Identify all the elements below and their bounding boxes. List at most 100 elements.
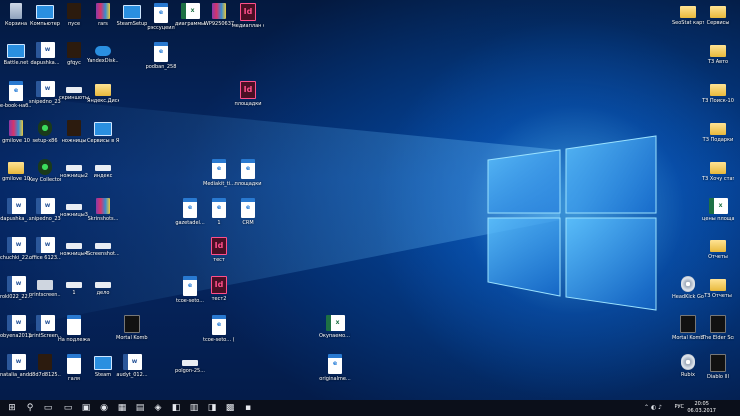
desktop-icon[interactable]: Steam <box>87 354 119 384</box>
desktop-icon[interactable]: x цены площадок <box>702 198 734 228</box>
desktop-icon[interactable]: YandexDisk... <box>87 42 119 72</box>
desktop-icon[interactable]: e originalme... <box>319 354 351 384</box>
tray-icons[interactable]: ⌃ ◐ ♪ <box>640 402 666 414</box>
desktop-icon[interactable]: The Elder Scrolls... <box>702 315 734 345</box>
desktop-icon[interactable]: Отчеты <box>702 237 734 267</box>
desktop-icon[interactable]: ножницы3 <box>58 198 90 228</box>
task-view-icon[interactable]: ▭ <box>42 402 54 414</box>
desktop-icon[interactable]: галя <box>58 354 90 384</box>
start-icon[interactable]: ⊞ <box>6 402 18 414</box>
desktop-icon[interactable]: e gazetadel... <box>174 198 206 228</box>
desktop-icon[interactable]: Id тест <box>203 237 235 267</box>
desktop-icon[interactable]: x Окупаемо... Подарки <box>319 315 351 345</box>
desktop-icon[interactable]: w dapushka... <box>29 42 61 72</box>
desktop-icon[interactable]: w snipedno_23... <box>29 81 61 111</box>
taskbar-app-icon[interactable]: ◧ <box>170 402 182 414</box>
desktop-icon[interactable]: w snipedno_23... <box>29 198 61 228</box>
desktop-icon-label: Skrinshots... <box>87 216 119 222</box>
desktop-icon[interactable]: polgon-25... <box>174 354 206 384</box>
desktop-icon[interactable]: Mortal Kombat... <box>672 315 704 345</box>
taskbar-app-icon[interactable]: ◉ <box>98 402 110 414</box>
taskbar-app-icon[interactable]: ▭ <box>62 402 74 414</box>
taskbar-app-icon[interactable]: ▩ <box>224 402 236 414</box>
desktop-wallpaper[interactable]: Корзина Компьютер пусе rars SteamSetup e рэссу… <box>0 0 740 400</box>
desktop-icon[interactable]: e Mediakit_ti... <box>203 159 235 189</box>
desktop-icon[interactable]: gfqyc <box>58 42 90 72</box>
taskbar-app-icon[interactable]: ▦ <box>116 402 128 414</box>
desktop-icon[interactable]: e площадки <box>232 159 264 189</box>
desktop-icon[interactable]: ТЗ Подарки <box>702 120 734 150</box>
language-indicator[interactable]: РУС <box>674 404 684 410</box>
desktop-icon[interactable]: Id медиаплан общий <box>232 3 264 33</box>
desktop-icon[interactable]: w office 6123... <box>29 237 61 267</box>
desktop-icon[interactable]: ТЗ Авто <box>702 42 734 72</box>
desktop-icon[interactable]: дело <box>87 276 119 306</box>
desktop-icon[interactable]: rars <box>87 3 119 33</box>
desktop-icon[interactable]: Skrinshots... <box>87 198 119 228</box>
taskbar-app-icon[interactable]: ◈ <box>152 402 164 414</box>
desktop-icon[interactable]: индекс <box>87 159 119 189</box>
desktop-icon[interactable]: w rokl022_22... <box>0 276 32 306</box>
desktop-icon[interactable]: Сервисы в Яндекс.Д... <box>87 120 119 150</box>
desktop-icon[interactable]: пусе <box>58 3 90 33</box>
desktop-icon-label: Steam <box>94 372 112 378</box>
taskbar-app-icon[interactable]: ◨ <box>206 402 218 414</box>
desktop-icon[interactable]: e рэссуцеил <box>145 3 177 33</box>
desktop-icon[interactable]: ТЗ Поиск-10 <box>702 81 734 111</box>
desktop-icon[interactable]: На подлежаще... <box>58 315 90 345</box>
desktop-icon[interactable]: ножницы4 <box>58 237 90 267</box>
desktop-icon[interactable]: w dapushka_... <box>0 198 32 228</box>
desktop-icon[interactable]: Battle.net <box>0 42 32 72</box>
desktop-icon[interactable]: e e-book-наб... <box>0 81 32 111</box>
desktop-icon-label: Mortal Kombat X <box>116 335 148 341</box>
desktop-icon[interactable]: printscreen... <box>29 276 61 306</box>
desktop-icon[interactable]: e tcoe-seto... <box>174 276 206 306</box>
desktop-icon[interactable]: d8d7d8125... <box>29 354 61 384</box>
desktop-icon[interactable]: e CRM <box>232 198 264 228</box>
desktop-icon[interactable]: gmilove 10 <box>0 120 32 150</box>
desktop-icon[interactable]: SteamSetup <box>116 3 148 33</box>
desktop-icon[interactable]: ТЗ Хочу статьи <box>702 159 734 189</box>
desktop-icon[interactable]: Id тест2 <box>203 276 235 306</box>
desktop-icon[interactable]: Rubix <box>672 354 704 384</box>
desktop-icon[interactable]: w obyena2013... <box>0 315 32 345</box>
desktop-icon[interactable]: ● setup-x86 <box>29 120 61 150</box>
desktop-icon-label: Отчеты <box>708 254 728 260</box>
taskbar-app-icon[interactable]: ▪ <box>242 402 254 414</box>
desktop-icon[interactable]: Сервисы <box>702 3 734 33</box>
desktop-icon[interactable]: e1 <box>203 198 235 228</box>
desktop-icon[interactable]: ТЗ Отчеты <box>702 276 734 306</box>
desktop-icon[interactable]: 1 <box>58 276 90 306</box>
desktop-icon[interactable]: ножницы2 <box>58 159 90 189</box>
desktop-icon[interactable]: ● Key Collector <box>29 159 61 189</box>
taskbar-app-icon[interactable]: ▣ <box>80 402 92 414</box>
edge-icon <box>67 315 81 335</box>
desktop-icon[interactable]: скриншоты <box>58 81 90 111</box>
desktop-icon[interactable]: Яндекс.Диск <box>87 81 119 111</box>
desktop-icon[interactable]: WP9250637 <box>203 3 235 33</box>
desktop-icon[interactable]: Screenshot... <box>87 237 119 267</box>
desktop-icon[interactable]: x диаграммы <box>174 3 206 33</box>
desktop-icon[interactable]: w natalia_and... <box>0 354 32 384</box>
desktop-icon[interactable]: Корзина <box>0 3 32 33</box>
search-icon[interactable]: ⚲ <box>24 402 36 414</box>
desktop-icon[interactable]: Diablo III <box>702 354 734 384</box>
clock[interactable]: 20:05 06.03.2017 <box>687 401 716 415</box>
desktop-icon[interactable]: Id площадки <box>232 81 264 111</box>
desktop-icon[interactable]: e tcoe-seto... (1) <box>203 315 235 345</box>
desktop-icon-label: dapushka_... <box>0 216 32 222</box>
taskbar-app-icon[interactable]: ▤ <box>134 402 146 414</box>
desktop-icon[interactable]: gmilove 10 <box>0 159 32 189</box>
desktop-icon[interactable]: Компьютер <box>29 3 61 33</box>
clock-time: 20:05 <box>694 401 709 407</box>
desktop-icon[interactable]: w audyt_012... <box>116 354 148 384</box>
desktop-icon[interactable]: HeadKick Gods Ama... <box>672 276 704 306</box>
desktop-icon-label: audyt_012... <box>116 372 148 378</box>
desktop-icon[interactable]: Mortal Kombat X <box>116 315 148 345</box>
desktop-icon[interactable]: w chuchki_22... <box>0 237 32 267</box>
desktop-icon[interactable]: w printScreen... <box>29 315 61 345</box>
desktop-icon[interactable]: ножницы <box>58 120 90 150</box>
desktop-icon[interactable]: SeoStat карт 2017 <box>672 3 704 33</box>
desktop-icon[interactable]: e podban_258 <box>145 42 177 72</box>
taskbar-app-icon[interactable]: ▥ <box>188 402 200 414</box>
